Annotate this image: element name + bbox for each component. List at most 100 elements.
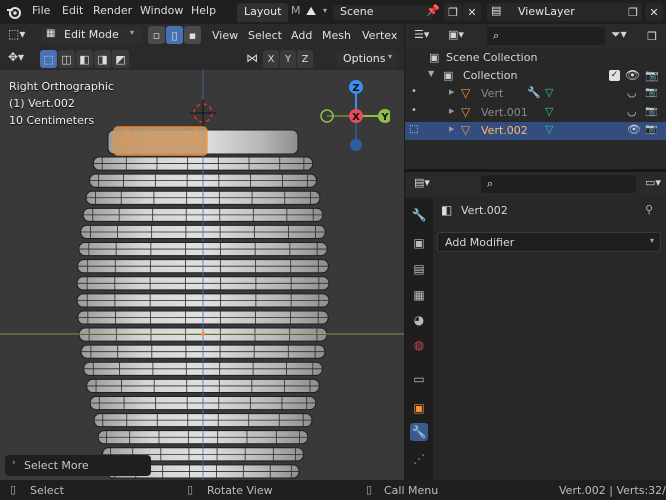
expand-arrow-icon[interactable]: ▼ — [428, 69, 434, 78]
3d-cursor[interactable] — [190, 100, 216, 126]
menu-window[interactable]: Window — [140, 4, 183, 17]
select-extend-icon[interactable]: ◫ — [58, 50, 75, 68]
particles-tab-icon[interactable]: ⋰ — [410, 450, 428, 468]
delete-scene-icon[interactable]: ✕ — [463, 3, 481, 21]
outliner[interactable]: ☰▾ ▣▾ ⌕ ⏷▾ ❐ ▣ Scene Collection ▼ ▣ Coll… — [405, 24, 666, 169]
mode-selector[interactable]: ▦ Edit Mode ▾ — [42, 26, 142, 44]
menu-file[interactable]: File — [32, 4, 50, 17]
pin-icon[interactable]: ⚲ — [645, 203, 653, 216]
tab-layout[interactable]: Layout — [237, 3, 289, 22]
editor-type-icon[interactable]: ⬚▾ — [8, 27, 25, 41]
visibility-eye-icon[interactable]: 👁 — [627, 123, 641, 136]
view-name-label: Right Orthographic — [9, 80, 114, 93]
new-collection-icon[interactable]: ❐ — [643, 27, 661, 45]
editor-type-icon[interactable]: ▤▾ — [414, 176, 430, 189]
add-modifier-dropdown[interactable]: Add Modifier ▾ — [437, 232, 661, 252]
render-camera-icon[interactable]: 📷 — [645, 69, 659, 82]
properties-editor[interactable]: ▤▾ ⌕ ▭▾ ◧ Vert.002 ⚲ Add Modifier ▾ — [405, 172, 666, 480]
object-tab-icon[interactable]: ▣ — [410, 399, 428, 417]
outliner-row-object[interactable]: • ▶ ▽ Vert 🔧 ▽ ◡ 📷 — [405, 85, 666, 103]
status-select: Select — [30, 484, 64, 497]
menu-add[interactable]: Add — [291, 29, 312, 42]
collection-tab-icon[interactable]: ▭ — [410, 370, 428, 388]
visibility-eye-icon[interactable]: ◡ — [627, 105, 637, 118]
scene-statistics: Vert.002 | Verts:32/1,0 — [559, 484, 666, 497]
world-tab-icon[interactable]: ◍ — [410, 336, 428, 354]
dot-icon[interactable]: • — [411, 105, 417, 116]
render-camera-icon[interactable]: 📷 — [645, 87, 657, 98]
menu-mesh[interactable]: Mesh — [322, 29, 351, 42]
view-layer-tab-icon[interactable]: ▦ — [410, 286, 428, 304]
scene-collection-icon: ▣ — [429, 51, 440, 64]
new-scene-icon[interactable]: ❐ — [444, 3, 462, 21]
outliner-row-object[interactable]: • ▶ ▽ Vert.001 ▽ ◡ 📷 — [405, 104, 666, 122]
menu-render[interactable]: Render — [93, 4, 132, 17]
select-box-icon[interactable]: ⬚ — [40, 50, 57, 68]
mirror-z-toggle[interactable]: Z — [297, 50, 313, 68]
outliner-row-collection[interactable]: ▼ ▣ Collection ✓ 👁 📷 — [405, 67, 666, 85]
options-icon[interactable]: ▭▾ — [645, 176, 661, 189]
outliner-header: ☰▾ ▣▾ ⌕ ⏷▾ ❐ — [405, 24, 666, 48]
exclude-checkbox[interactable]: ✓ — [609, 70, 620, 81]
properties-search-input[interactable]: ⌕ — [481, 175, 636, 193]
transform-pivot-icon[interactable]: ✥▾ — [8, 50, 24, 64]
outliner-row-scene-collection[interactable]: ▣ Scene Collection — [405, 49, 666, 67]
expand-arrow-icon[interactable]: ▶ — [449, 125, 454, 133]
gizmo-x-label: X — [352, 112, 360, 123]
render-tab-icon[interactable]: ▣ — [410, 234, 428, 252]
menu-vertex[interactable]: Vertex — [362, 29, 397, 42]
select-subtract-icon[interactable]: ◧ — [76, 50, 93, 68]
new-view-layer-icon[interactable]: ❐ — [624, 3, 642, 21]
filter-icon[interactable]: ⏷▾ — [611, 27, 627, 42]
vertex-select-icon[interactable]: ▫ — [148, 26, 165, 44]
select-invert-icon[interactable]: ◨ — [94, 50, 111, 68]
blender-logo-icon[interactable] — [6, 4, 22, 20]
properties-header: ▤▾ ⌕ ▭▾ — [405, 172, 666, 196]
menu-edit[interactable]: Edit — [62, 4, 83, 17]
face-select-icon[interactable]: ▪ — [184, 26, 201, 44]
select-intersect-icon[interactable]: ◩ — [112, 50, 129, 68]
edge-select-icon[interactable]: ▯ — [166, 26, 183, 44]
viewport-toolbar: ✥▾ ⬚ ◫ ◧ ◨ ◩ ⋈ X Y Z Options ▾ — [0, 47, 404, 70]
expand-arrow-icon[interactable]: ▶ — [449, 88, 454, 96]
object-name: Vert.001 — [481, 105, 528, 119]
menu-help[interactable]: Help — [191, 4, 216, 17]
menu-select[interactable]: Select — [248, 29, 282, 42]
chevron-down-icon: ▾ — [130, 28, 135, 37]
modifier-icon: 🔧 — [527, 86, 541, 99]
navigation-gizmo[interactable]: Z Y X — [318, 78, 390, 156]
last-operator-panel[interactable]: › Select More — [5, 455, 151, 476]
scene-tab-icon[interactable]: ◕ — [410, 311, 428, 329]
options-dropdown[interactable]: Options ▾ — [337, 50, 397, 68]
outliner-search-input[interactable]: ⌕ — [487, 27, 605, 45]
mouse-left-icon: ▯ — [10, 483, 17, 496]
mirror-x-toggle[interactable]: X — [263, 50, 279, 68]
3d-viewport[interactable]: ⬚▾ ▦ Edit Mode ▾ ▫ ▯ ▪ View Select Add M… — [0, 24, 404, 480]
gizmo-y-label: Y — [380, 112, 389, 123]
delete-view-layer-icon[interactable]: ✕ — [645, 3, 663, 21]
tab-next[interactable]: M — [291, 4, 301, 17]
selected-vertices[interactable] — [113, 126, 208, 156]
menu-view[interactable]: View — [212, 29, 238, 42]
display-mode-icon[interactable]: ▣▾ — [448, 28, 464, 41]
mirror-y-toggle[interactable]: Y — [280, 50, 296, 68]
render-camera-icon[interactable]: 📷 — [645, 106, 657, 117]
view-layer-selector[interactable]: ▤ ViewLayer — [487, 3, 642, 21]
pin-icon[interactable]: 📌 — [426, 4, 440, 17]
visibility-eye-icon[interactable]: 👁 — [625, 68, 640, 82]
dot-icon[interactable]: • — [411, 86, 417, 97]
render-camera-icon[interactable]: 📷 — [645, 124, 657, 135]
chevron-down-icon: ▾ — [387, 52, 392, 61]
expand-arrow-icon[interactable]: ▶ — [449, 107, 454, 115]
outliner-row-object[interactable]: ⬚ ▶ ▽ Vert.002 ▽ 👁 📷 — [405, 122, 666, 140]
editor-type-icon[interactable]: ☰▾ — [414, 28, 429, 41]
gizmo-z-label: Z — [352, 83, 359, 94]
tool-tab-icon[interactable]: 🔧 — [410, 206, 428, 224]
visibility-eye-icon[interactable]: ◡ — [627, 86, 637, 99]
properties-object-name: Vert.002 — [461, 204, 508, 217]
collection-icon: ▣ — [443, 69, 454, 82]
edit-mode-indicator-icon[interactable]: ⬚ — [409, 124, 418, 135]
output-tab-icon[interactable]: ▤ — [410, 260, 428, 278]
object-icon: ◧ — [441, 203, 453, 217]
modifier-tab-icon[interactable]: 🔧 — [410, 423, 428, 441]
